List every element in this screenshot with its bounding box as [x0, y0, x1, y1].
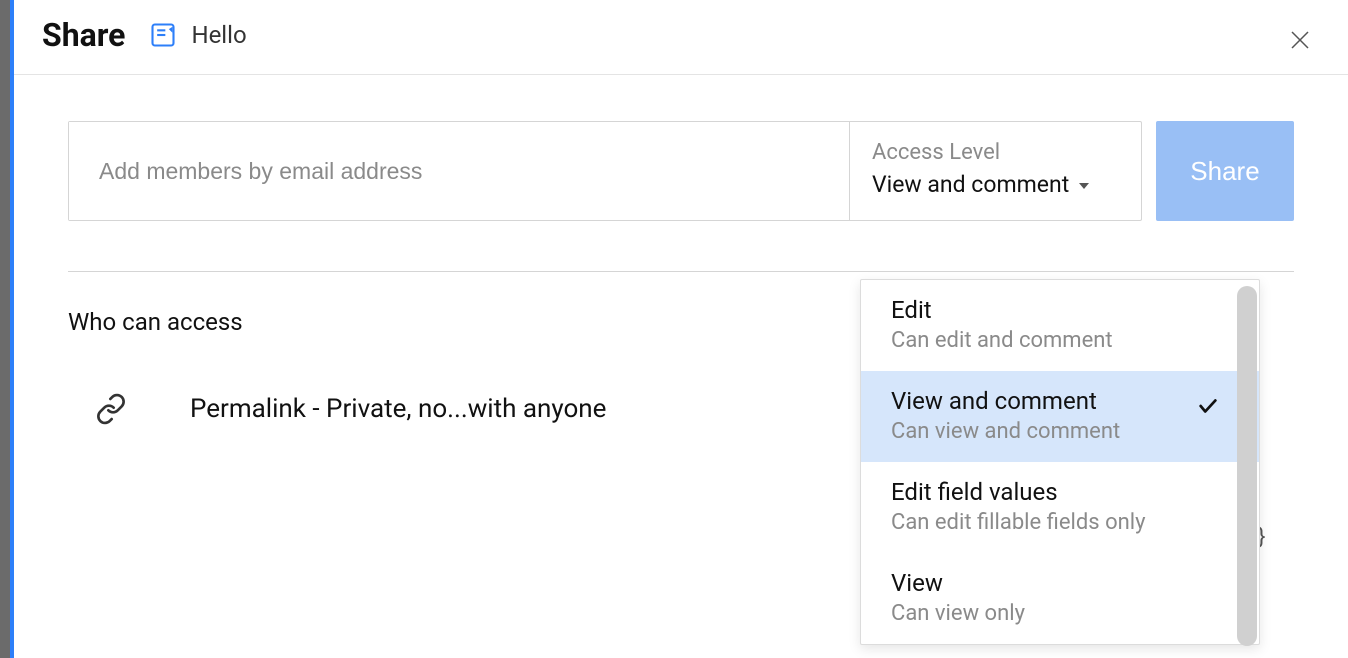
- dropdown-item-title: View: [891, 569, 1229, 597]
- divider: [68, 271, 1294, 272]
- dropdown-item-desc: Can view only: [891, 601, 1229, 626]
- access-level-label: Access Level: [872, 140, 1119, 165]
- email-input[interactable]: [69, 122, 849, 220]
- check-icon: [1197, 395, 1219, 417]
- dropdown-item-title: Edit: [891, 296, 1229, 324]
- share-modal: Share Hello Access Level: [10, 0, 1348, 658]
- access-level-value: View and comment: [872, 171, 1069, 198]
- invite-input-group: Access Level View and comment: [68, 121, 1142, 221]
- modal-header: Share Hello: [14, 0, 1348, 75]
- modal-body: Access Level View and comment Share Who …: [14, 75, 1348, 658]
- dropdown-item-title: Edit field values: [891, 478, 1229, 506]
- access-level-selector[interactable]: Access Level View and comment: [849, 122, 1141, 220]
- caret-down-icon: [1079, 183, 1089, 189]
- modal-title: Share: [42, 16, 125, 54]
- link-icon: [94, 392, 128, 426]
- dropdown-item-edit[interactable]: Edit Can edit and comment: [861, 280, 1259, 371]
- close-icon: [1288, 28, 1312, 52]
- dropdown-item-desc: Can edit and comment: [891, 328, 1229, 353]
- dropdown-item-edit-field-values[interactable]: Edit field values Can edit fillable field…: [861, 462, 1259, 553]
- dropdown-item-desc: Can edit fillable fields only: [891, 510, 1229, 535]
- dropdown-item-view-and-comment[interactable]: View and comment Can view and comment: [861, 371, 1259, 462]
- scrollbar[interactable]: [1237, 286, 1257, 646]
- invite-row: Access Level View and comment Share: [68, 121, 1294, 221]
- close-button[interactable]: [1284, 24, 1316, 56]
- document-name: Hello: [191, 21, 246, 49]
- document-icon: [149, 21, 177, 49]
- access-level-dropdown: Edit Can edit and comment View and comment…: [860, 279, 1260, 645]
- dropdown-item-desc: Can view and comment: [891, 419, 1229, 444]
- share-button[interactable]: Share: [1156, 121, 1294, 221]
- dropdown-item-view[interactable]: View Can view only: [861, 553, 1259, 644]
- dropdown-item-title: View and comment: [891, 387, 1229, 415]
- permalink-text: Permalink - Private, no...with anyone: [190, 394, 606, 424]
